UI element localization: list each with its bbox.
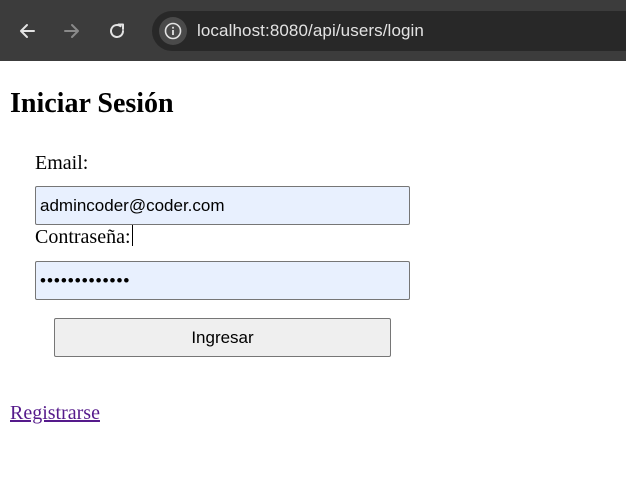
arrow-left-icon bbox=[20, 24, 35, 38]
back-button[interactable] bbox=[12, 14, 42, 48]
register-link[interactable]: Registrarse bbox=[10, 401, 100, 425]
login-submit-button[interactable]: Ingresar bbox=[54, 318, 391, 357]
email-label: Email: bbox=[35, 151, 88, 175]
reload-icon bbox=[110, 23, 124, 38]
url-text[interactable]: localhost:8080/api/users/login bbox=[197, 21, 424, 41]
text-cursor bbox=[131, 225, 133, 246]
email-input[interactable] bbox=[35, 186, 410, 225]
password-label-text: Contraseña: bbox=[35, 226, 131, 248]
password-label: Contraseña: bbox=[35, 225, 133, 249]
address-bar[interactable]: localhost:8080/api/users/login bbox=[152, 11, 626, 51]
page-title: Iniciar Sesión bbox=[10, 88, 174, 119]
forward-button[interactable] bbox=[57, 14, 87, 48]
password-input[interactable] bbox=[35, 261, 410, 300]
site-info-button[interactable] bbox=[159, 17, 187, 45]
reload-button[interactable] bbox=[102, 14, 132, 48]
login-page: Iniciar Sesión Email: Contraseña: Ingres… bbox=[0, 61, 626, 477]
email-label-text: Email: bbox=[35, 152, 89, 174]
browser-toolbar: localhost:8080/api/users/login bbox=[0, 0, 626, 61]
arrow-right-icon bbox=[64, 24, 79, 38]
site-info-icon bbox=[164, 22, 182, 40]
